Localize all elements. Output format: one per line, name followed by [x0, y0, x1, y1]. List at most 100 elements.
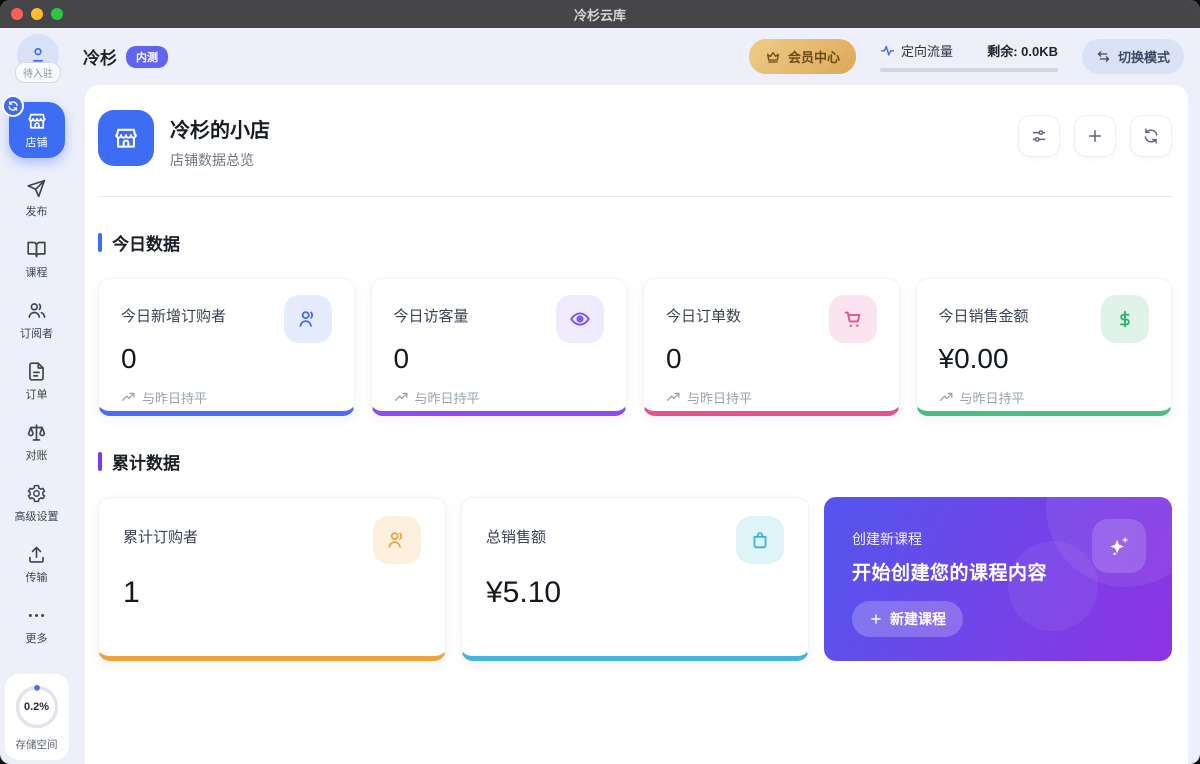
- stat-value: 0: [394, 345, 605, 373]
- plus-icon: [1086, 127, 1104, 145]
- stat-value: 0: [666, 345, 877, 373]
- eye-icon: [556, 295, 604, 343]
- plus-icon: [869, 612, 883, 626]
- stat-label: 总销售额: [486, 516, 546, 547]
- sidebar-item-shop[interactable]: 店铺: [9, 102, 65, 158]
- switch-mode-button[interactable]: 切换模式: [1082, 39, 1184, 74]
- bag-icon: [736, 516, 784, 564]
- sidebar-item-more[interactable]: 更多: [26, 605, 48, 646]
- trending-up-icon: [394, 390, 409, 405]
- traffic-remaining: 剩余: 0.0KB: [987, 41, 1058, 60]
- minimize-window-button[interactable]: [31, 8, 43, 20]
- store-icon: [26, 110, 48, 132]
- stat-trend: 与昨日持平: [687, 388, 752, 407]
- section-accent-bar: [98, 452, 102, 471]
- stat-card-sales: 今日销售金额 ¥0.00 与昨日持平: [916, 278, 1173, 416]
- add-button[interactable]: [1074, 115, 1116, 157]
- beta-badge: 内测: [126, 46, 168, 68]
- trending-up-icon: [939, 390, 954, 405]
- sidebar-item-advanced-settings[interactable]: 高级设置: [15, 483, 59, 524]
- shop-header: 冷杉的小店 店铺数据总览: [98, 110, 1172, 170]
- stat-card-total-sales: 总销售额 ¥5.10: [461, 497, 809, 661]
- storage-ring: 0.2%: [14, 684, 60, 730]
- shop-title: 冷杉的小店: [170, 114, 270, 143]
- stat-card-total-subscribers: 累计订购者 1: [98, 497, 446, 661]
- section-title: 今日数据: [112, 230, 180, 255]
- stat-trend: 与昨日持平: [960, 388, 1025, 407]
- member-center-label: 会员中心: [788, 47, 840, 66]
- send-icon: [26, 178, 47, 199]
- stat-label: 今日销售金额: [939, 295, 1029, 326]
- stat-card-visitors: 今日访客量 0 与昨日持平: [371, 278, 628, 416]
- sidebar-item-label: 订阅者: [20, 325, 53, 341]
- trending-up-icon: [121, 390, 136, 405]
- gear-icon: [26, 483, 47, 504]
- book-open-icon: [26, 239, 47, 260]
- stat-value: ¥5.10: [486, 578, 784, 608]
- sidebar-item-courses[interactable]: 课程: [26, 239, 48, 280]
- stat-trend: 与昨日持平: [415, 388, 480, 407]
- cumulative-cards: 累计订购者 1 总销售额 ¥5.10: [98, 497, 1172, 661]
- app-window: 冷杉云库 待入驻 冷杉 内测 会员中心 定向流量 剩余: 0.0KB: [0, 0, 1200, 764]
- stat-value: 0: [121, 345, 332, 373]
- scale-icon: [26, 422, 47, 443]
- storage-widget[interactable]: 0.2% 存储空间: [5, 674, 69, 760]
- zoom-window-button[interactable]: [51, 8, 63, 20]
- member-center-button[interactable]: 会员中心: [749, 39, 856, 74]
- stat-label: 今日访客量: [394, 295, 469, 326]
- close-window-button[interactable]: [11, 8, 23, 20]
- users-icon: [26, 300, 47, 321]
- stat-card-orders: 今日订单数 0 与昨日持平: [643, 278, 900, 416]
- topbar: 待入驻 冷杉 内测 会员中心 定向流量 剩余: 0.0KB: [0, 28, 1200, 85]
- cumulative-section-header: 累计数据: [98, 449, 1172, 474]
- stat-label: 今日新增订购者: [121, 295, 226, 326]
- filter-button[interactable]: [1018, 115, 1060, 157]
- sidebar-item-label: 传输: [26, 569, 48, 585]
- users-icon: [373, 516, 421, 564]
- sidebar-item-label: 订单: [26, 386, 48, 402]
- swap-icon: [1096, 49, 1111, 64]
- cart-icon: [829, 295, 877, 343]
- stat-value: 1: [123, 578, 421, 608]
- sidebar-item-transfer[interactable]: 传输: [26, 544, 48, 585]
- main-panel: 冷杉的小店 店铺数据总览: [85, 85, 1188, 764]
- storage-percent: 0.2%: [14, 684, 60, 730]
- today-section-header: 今日数据: [98, 230, 1172, 255]
- sidebar-item-reconciliation[interactable]: 对账: [26, 422, 48, 463]
- upload-icon: [26, 544, 47, 565]
- shop-subtitle: 店铺数据总览: [170, 150, 270, 170]
- sidebar-item-label: 对账: [26, 447, 48, 463]
- body: 店铺 发布 课程 订阅者: [0, 85, 1200, 764]
- titlebar: 冷杉云库: [0, 0, 1200, 28]
- refresh-icon: [1142, 127, 1160, 145]
- sparkles-icon: [1092, 519, 1146, 573]
- sidebar-item-label: 发布: [26, 203, 48, 219]
- username: 冷杉: [83, 44, 117, 69]
- sidebar-item-orders[interactable]: 订单: [26, 361, 48, 402]
- stat-trend: 与昨日持平: [142, 388, 207, 407]
- storefront-icon: [98, 110, 154, 166]
- ellipsis-icon: [26, 605, 47, 626]
- switch-mode-label: 切换模式: [1118, 47, 1170, 66]
- sidebar: 店铺 发布 课程 订阅者: [0, 85, 73, 764]
- new-course-button[interactable]: 新建课程: [852, 601, 963, 637]
- divider: [98, 196, 1172, 197]
- traffic-progress-bar: [880, 68, 1058, 72]
- file-text-icon: [26, 361, 47, 382]
- traffic-lights: [11, 8, 63, 20]
- promo-card: 创建新课程 开始创建您的课程内容 新建课程: [824, 497, 1172, 661]
- user-avatar[interactable]: 待入驻: [13, 34, 63, 80]
- sidebar-item-label: 课程: [26, 264, 48, 280]
- sidebar-item-subscribers[interactable]: 订阅者: [20, 300, 53, 341]
- sync-icon: [2, 95, 24, 117]
- stat-value: ¥0.00: [939, 345, 1150, 373]
- dollar-icon: [1101, 295, 1149, 343]
- new-course-label: 新建课程: [890, 609, 946, 629]
- sliders-icon: [1030, 127, 1048, 145]
- refresh-button[interactable]: [1130, 115, 1172, 157]
- stat-label: 今日订单数: [666, 295, 741, 326]
- sidebar-item-label: 高级设置: [15, 508, 59, 524]
- sidebar-item-publish[interactable]: 发布: [26, 178, 48, 219]
- crown-icon: [765, 49, 781, 65]
- trending-up-icon: [666, 390, 681, 405]
